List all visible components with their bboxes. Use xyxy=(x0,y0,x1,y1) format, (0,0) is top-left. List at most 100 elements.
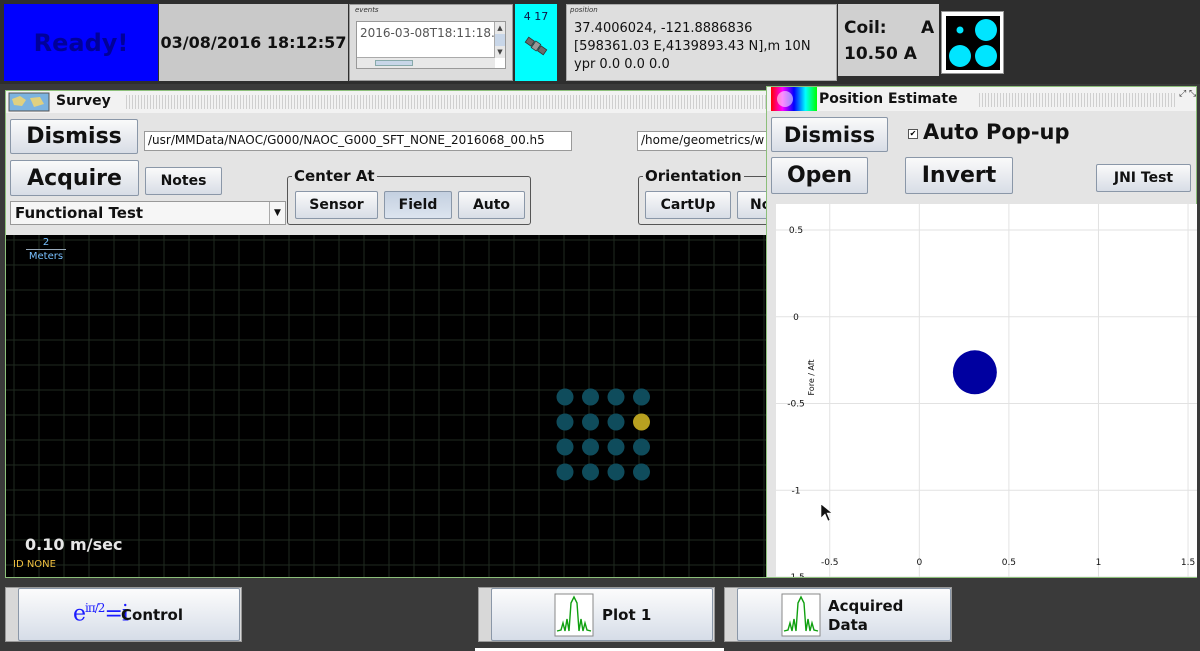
scale-indicator: 2 Meters xyxy=(26,237,66,262)
satellite-icon xyxy=(524,36,548,56)
titlebar-grip xyxy=(126,95,766,109)
acquired-data-label: Acquired Data xyxy=(828,597,904,634)
events-label: events xyxy=(355,6,379,14)
sensor-dot xyxy=(582,413,599,431)
survey-titlebar[interactable]: Survey xyxy=(6,91,767,113)
x-tick-label: -0.5 xyxy=(821,558,839,568)
jni-test-button[interactable]: JNI Test xyxy=(1096,164,1191,192)
ypr-readout: ypr 0.0 0.0 0.0 xyxy=(574,57,670,72)
scale-unit: Meters xyxy=(28,251,64,262)
satellite-status: 4 17 xyxy=(515,4,557,81)
scroll-thumb[interactable] xyxy=(495,34,505,46)
coil-panel: Coil: A 10.50 A xyxy=(838,4,939,76)
mode-select-value: Functional Test xyxy=(15,204,144,222)
center-at-label: Center At xyxy=(292,167,377,185)
y-tick-label: -1.5 xyxy=(787,573,805,577)
home-path-field[interactable]: /home/geometrics/w xyxy=(637,131,769,151)
position-plot[interactable]: -0.5 0 0.5 1 1.5 0.5 0 -0.5 -1 -1.5 Fore / Aft xyxy=(776,204,1197,583)
events-panel: events 2016-03-08T18:11:18.7 ▲ ▼ xyxy=(349,4,513,81)
waveform-icon xyxy=(554,593,594,637)
x-tick-label: 1.5 xyxy=(1181,558,1195,568)
position-estimate-window: Position Estimate ⤢ ⤡ Dismiss ✔ Auto Pop… xyxy=(766,86,1197,583)
y-tick-label: 0.5 xyxy=(789,226,803,236)
color-wheel-icon xyxy=(771,87,817,111)
utm-readout: [598361.03 E,4139893.43 N],m 10N xyxy=(574,39,811,54)
sensor-dot xyxy=(607,388,625,406)
coil-lamp-small xyxy=(956,26,964,34)
scroll-thumb-horizontal[interactable] xyxy=(375,60,413,66)
sensor-dot xyxy=(633,388,650,406)
position-estimate-title: Position Estimate xyxy=(819,91,958,107)
file-path-field[interactable]: /usr/MMData/NAOC/G000/NAOC_G000_SFT_NONE… xyxy=(144,131,572,151)
y-tick-label: -1 xyxy=(792,486,801,496)
center-at-group: Center At Sensor Field Auto xyxy=(287,167,531,225)
coil-lamps xyxy=(941,11,1004,74)
center-sensor-button[interactable]: Sensor xyxy=(295,191,378,219)
sensor-dot xyxy=(582,438,599,456)
sensor-dot xyxy=(633,438,650,456)
control-formula-icon: eiπ/2=i xyxy=(73,601,129,627)
position-plot-canvas[interactable]: -0.5 0 0.5 1 1.5 0.5 0 -0.5 -1 -1.5 Fore / Aft xyxy=(776,204,1197,583)
sensor-dot xyxy=(556,438,574,456)
satellite-count: 4 17 xyxy=(523,10,549,23)
x-tick-label: 0 xyxy=(916,558,922,568)
notes-button[interactable]: Notes xyxy=(145,167,222,195)
auto-popup-checkbox[interactable]: ✔ xyxy=(908,129,918,139)
map-canvas[interactable] xyxy=(6,235,767,577)
speed-readout: 0.10 m/sec xyxy=(25,535,123,554)
position-dismiss-button[interactable]: Dismiss xyxy=(771,117,888,152)
survey-dismiss-button[interactable]: Dismiss xyxy=(10,119,138,154)
chevron-down-icon[interactable]: ▼ xyxy=(269,202,285,224)
position-label: position xyxy=(570,6,598,14)
event-item[interactable]: 2016-03-08T18:11:18.7 xyxy=(360,26,496,40)
coil-label: Coil: xyxy=(844,18,887,38)
acquire-button[interactable]: Acquire xyxy=(10,160,139,196)
coil-lamp-icons xyxy=(949,19,997,67)
events-vertical-scrollbar[interactable]: ▲ ▼ xyxy=(494,22,505,58)
center-auto-button[interactable]: Auto xyxy=(458,191,525,219)
scroll-up-icon[interactable]: ▲ xyxy=(495,22,505,34)
mode-select[interactable]: Functional Test ▼ xyxy=(10,201,286,225)
events-list[interactable]: 2016-03-08T18:11:18.7 ▲ ▼ xyxy=(356,21,506,69)
sensor-dot xyxy=(556,388,574,406)
maximize-icon[interactable]: ⤢ xyxy=(1179,89,1186,99)
sensor-dot xyxy=(582,463,599,481)
sensor-dot xyxy=(556,413,574,431)
plot1-button[interactable]: Plot 1 xyxy=(491,588,713,641)
invert-button[interactable]: Invert xyxy=(905,157,1013,194)
center-field-button[interactable]: Field xyxy=(384,191,452,219)
plot1-label: Plot 1 xyxy=(602,606,652,624)
sensor-dot xyxy=(633,463,650,481)
open-button[interactable]: Open xyxy=(771,157,868,194)
coil-lamp xyxy=(975,19,997,41)
scroll-down-icon[interactable]: ▼ xyxy=(495,46,505,58)
sensor-dot xyxy=(607,463,625,481)
restore-icon[interactable]: ⤡ xyxy=(1189,89,1196,99)
id-readout: ID NONE xyxy=(13,559,56,570)
x-tick-label: 0.5 xyxy=(1002,558,1016,568)
orientation-cartup-button[interactable]: CartUp xyxy=(645,191,731,219)
sensor-dot-active xyxy=(633,413,650,431)
y-tick-label: -0.5 xyxy=(787,400,805,410)
status-bar: Ready! 03/08/2016 18:12:57 events 2016-0… xyxy=(0,0,1200,84)
checkmark-icon: ✔ xyxy=(909,129,917,138)
coil-unit: A xyxy=(921,18,935,38)
x-tick-label: 1 xyxy=(1096,558,1102,568)
sensor-dot xyxy=(607,413,625,431)
latlon-readout: 37.4006024, -121.8886836 xyxy=(574,21,753,36)
scale-value: 2 xyxy=(42,237,50,248)
coil-current: 10.50 A xyxy=(844,44,917,64)
position-estimate-titlebar[interactable]: Position Estimate ⤢ ⤡ xyxy=(767,87,1196,111)
position-panel: position 37.4006024, -121.8886836 [59836… xyxy=(566,4,837,81)
control-button[interactable]: eiπ/2=i Control xyxy=(18,588,240,641)
mouse-cursor-icon xyxy=(820,503,833,522)
survey-map[interactable]: 2 Meters 0.10 m/sec ID NONE xyxy=(6,235,767,577)
sensor-dot xyxy=(582,388,599,406)
acquired-data-button[interactable]: Acquired Data xyxy=(737,588,951,641)
auto-popup-label: Auto Pop-up xyxy=(923,120,1070,144)
sensor-dot xyxy=(556,463,574,481)
map-icon xyxy=(8,92,50,112)
position-marker xyxy=(952,350,997,395)
ready-indicator: Ready! xyxy=(4,4,158,81)
events-horizontal-scrollbar[interactable] xyxy=(357,57,495,68)
